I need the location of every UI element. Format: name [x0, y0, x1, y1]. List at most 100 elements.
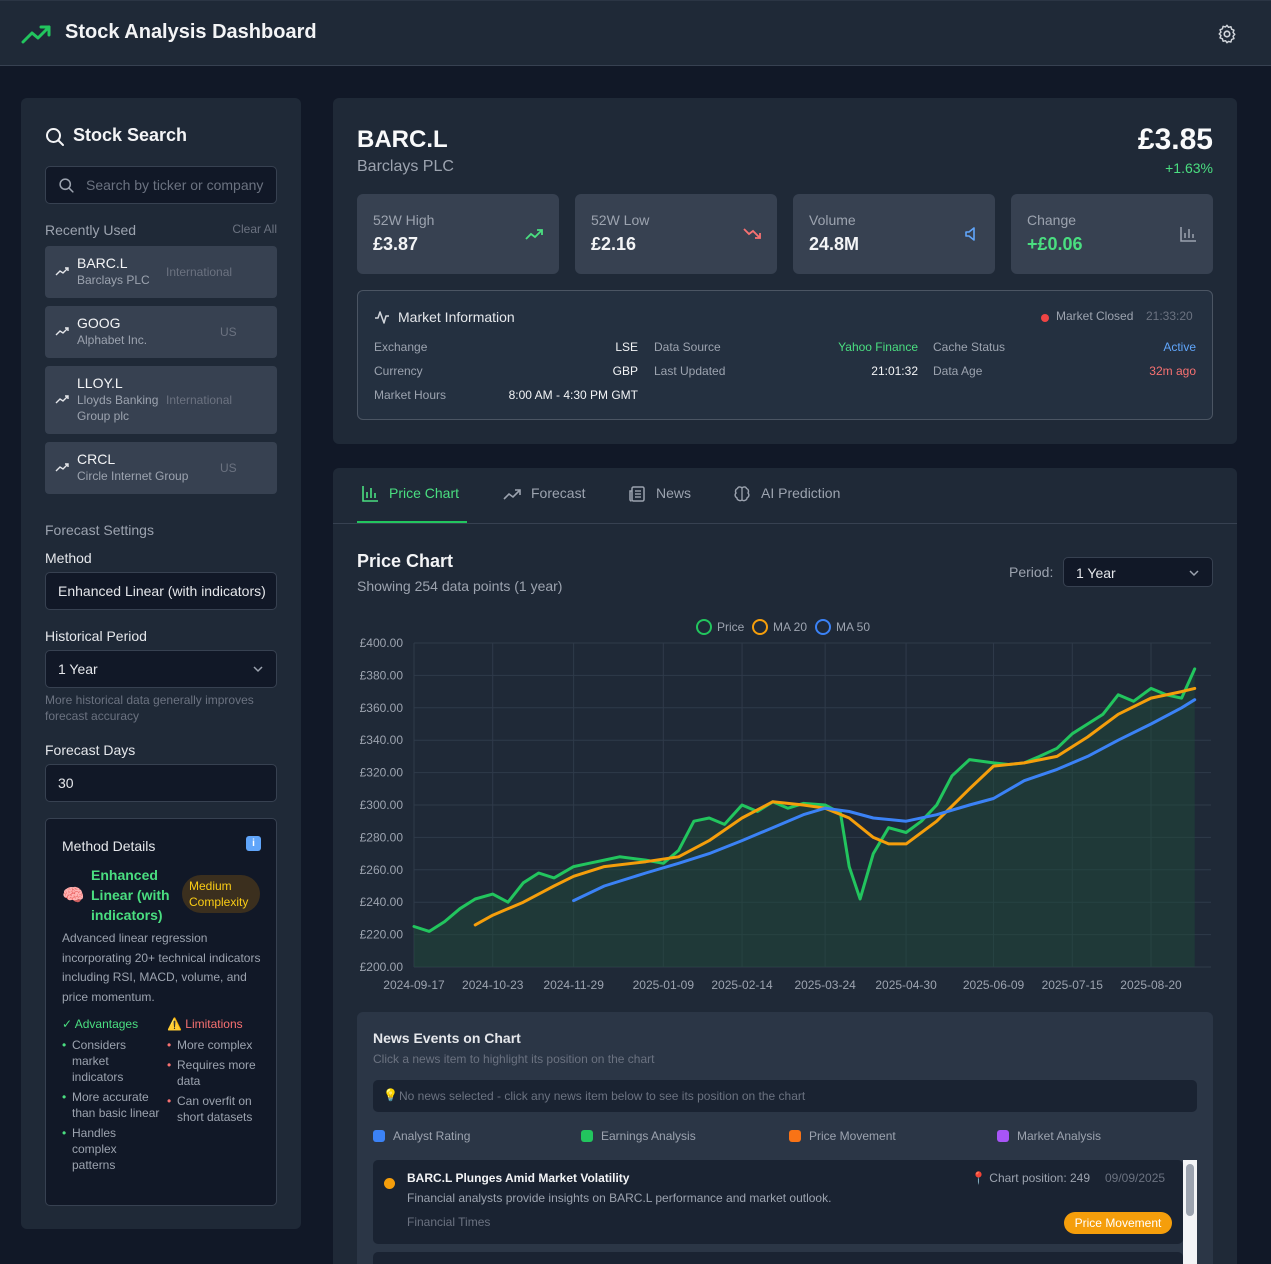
news-source: Financial Times	[407, 1215, 491, 1229]
category-label: Analyst Rating	[393, 1129, 471, 1143]
period-value: 1 Year	[1076, 565, 1116, 581]
recent-item-barc[interactable]: BARC.L Barclays PLC International	[45, 246, 277, 298]
tab-ai-prediction[interactable]: AI Prediction	[733, 484, 853, 508]
historical-period-label: Historical Period	[45, 628, 147, 644]
tab-label: Forecast	[531, 485, 586, 501]
quote-company: Barclays PLC	[357, 158, 454, 175]
y-tick-label: £400.00	[360, 636, 404, 650]
exchange-value: LSE	[615, 340, 638, 354]
complexity-badge: Medium Complexity	[182, 875, 260, 913]
method-select[interactable]: Enhanced Linear (with indicators)	[45, 572, 277, 610]
forecast-settings-label: Forecast Settings	[45, 522, 154, 538]
price-chart-plot[interactable]: £200.00 £220.00 £240.00 £260.00 £280.00 £300.…	[333, 628, 1237, 1000]
y-tick-label: £280.00	[360, 830, 404, 844]
cache-status-key: Cache Status	[933, 340, 1006, 354]
news-events-panel: News Events on Chart Click a news item t…	[357, 1012, 1213, 1264]
news-selection-hint: 💡 No news selected - click any news item…	[373, 1080, 1197, 1112]
recent-item-crcl[interactable]: CRCL Circle Internet Group US	[45, 442, 277, 494]
trending-down-icon	[743, 228, 761, 239]
tab-news[interactable]: News	[628, 484, 698, 508]
recent-market: US	[220, 461, 237, 475]
data-age-value: 32m ago	[1149, 364, 1196, 378]
historical-period-value: 1 Year	[58, 661, 98, 677]
method-label: Method	[45, 550, 92, 566]
tab-bar: Price Chart Forecast News AI Prediction	[333, 468, 1237, 524]
recently-used-label: Recently Used	[45, 222, 137, 238]
clear-all-button[interactable]: Clear All	[232, 222, 277, 236]
category-label: Price Movement	[809, 1129, 896, 1143]
category-swatch	[581, 1130, 593, 1142]
data-age-key: Data Age	[933, 364, 983, 378]
search-field[interactable]	[45, 166, 277, 204]
price-chart-title: Price Chart	[357, 551, 454, 571]
hint-text: No news selected - click any news item b…	[399, 1089, 806, 1103]
x-tick-label: 2025-01-09	[633, 978, 695, 992]
cache-status-value: Active	[1163, 340, 1196, 354]
stat-52w-low: 52W Low £2.16	[575, 194, 777, 274]
advantages-heading: ✓ Advantages	[62, 1017, 139, 1031]
chevron-down-icon	[253, 666, 263, 673]
tab-price-chart[interactable]: Price Chart	[361, 484, 471, 508]
trending-up-icon	[55, 463, 69, 472]
search-icon	[46, 128, 64, 146]
stat-52w-high: 52W High £3.87	[357, 194, 559, 274]
x-tick-label: 2025-06-09	[963, 978, 1025, 992]
stat-label: Volume	[809, 212, 856, 228]
price-chart-subtitle: Showing 254 data points (1 year)	[357, 578, 563, 594]
gear-icon[interactable]	[1216, 23, 1238, 45]
news-scrollbar-thumb[interactable]	[1186, 1164, 1194, 1216]
y-tick-label: £300.00	[360, 798, 404, 812]
recent-item-goog[interactable]: GOOG Alphabet Inc. US	[45, 306, 277, 358]
x-tick-label: 2025-08-20	[1120, 978, 1182, 992]
forecast-days-input[interactable]: 30	[45, 764, 277, 802]
category-swatch	[789, 1130, 801, 1142]
stat-value: +£0.06	[1027, 234, 1083, 254]
recent-market: International	[166, 393, 233, 407]
stat-label: 52W Low	[591, 212, 650, 228]
advantage-item: Considers market indicators	[62, 1037, 160, 1085]
recent-ticker: LLOY.L	[77, 375, 123, 391]
news-item[interactable]: BARC.L Plunges Amid Market Volatility Fi…	[373, 1160, 1183, 1244]
active-tab-indicator	[357, 521, 467, 523]
forecast-days-label: Forecast Days	[45, 742, 136, 758]
x-tick-label: 2025-04-30	[875, 978, 937, 992]
y-tick-label: £380.00	[360, 668, 404, 682]
bar-chart-icon	[362, 486, 378, 502]
news-events-subtitle: Click a news item to highlight its posit…	[373, 1052, 655, 1066]
stat-value: £3.87	[373, 234, 419, 254]
y-tick-label: £200.00	[360, 960, 404, 974]
brain-icon: 🧠	[62, 885, 85, 905]
category-swatch	[997, 1130, 1009, 1142]
chart-card: Price Chart Forecast News AI Prediction …	[333, 468, 1237, 1264]
limitations-heading: ⚠️ Limitations	[167, 1017, 243, 1031]
recent-item-lloy[interactable]: LLOY.L Lloyds Banking Group plc Internat…	[45, 366, 277, 434]
info-icon[interactable]: i	[246, 836, 261, 851]
category-label: Market Analysis	[1017, 1129, 1102, 1143]
search-input[interactable]	[86, 167, 276, 203]
last-updated-key: Last Updated	[654, 364, 726, 378]
tab-forecast[interactable]: Forecast	[503, 484, 593, 508]
y-tick-label: £360.00	[360, 701, 404, 715]
news-category-badge: Price Movement	[1064, 1212, 1172, 1234]
trending-up-icon	[503, 489, 521, 500]
market-hours-value: 8:00 AM - 4:30 PM GMT	[508, 388, 638, 402]
newspaper-icon	[629, 486, 645, 502]
market-status: Market Closed	[1056, 309, 1134, 323]
trending-up-icon	[21, 25, 51, 44]
news-description: Financial analysts provide insights on B…	[407, 1191, 832, 1205]
bar-chart-icon	[1180, 227, 1196, 242]
y-tick-label: £260.00	[360, 863, 404, 877]
x-tick-label: 2024-10-23	[462, 978, 524, 992]
volume-icon	[965, 227, 975, 241]
advantages-list: Considers market indicators More accurat…	[62, 1037, 160, 1177]
historical-period-select[interactable]: 1 Year	[45, 650, 277, 688]
news-item[interactable]	[373, 1252, 1183, 1264]
search-icon	[59, 178, 74, 193]
recent-company: Circle Internet Group	[77, 469, 189, 483]
y-tick-label: £320.00	[360, 766, 404, 780]
trending-up-icon	[55, 327, 69, 336]
forecast-days-value: 30	[58, 775, 74, 791]
method-details-card: Method Details i 🧠 Enhanced Linear (with…	[45, 818, 277, 1206]
historical-hint: More historical data generally improves …	[45, 693, 254, 723]
period-select[interactable]: 1 Year	[1063, 557, 1213, 587]
